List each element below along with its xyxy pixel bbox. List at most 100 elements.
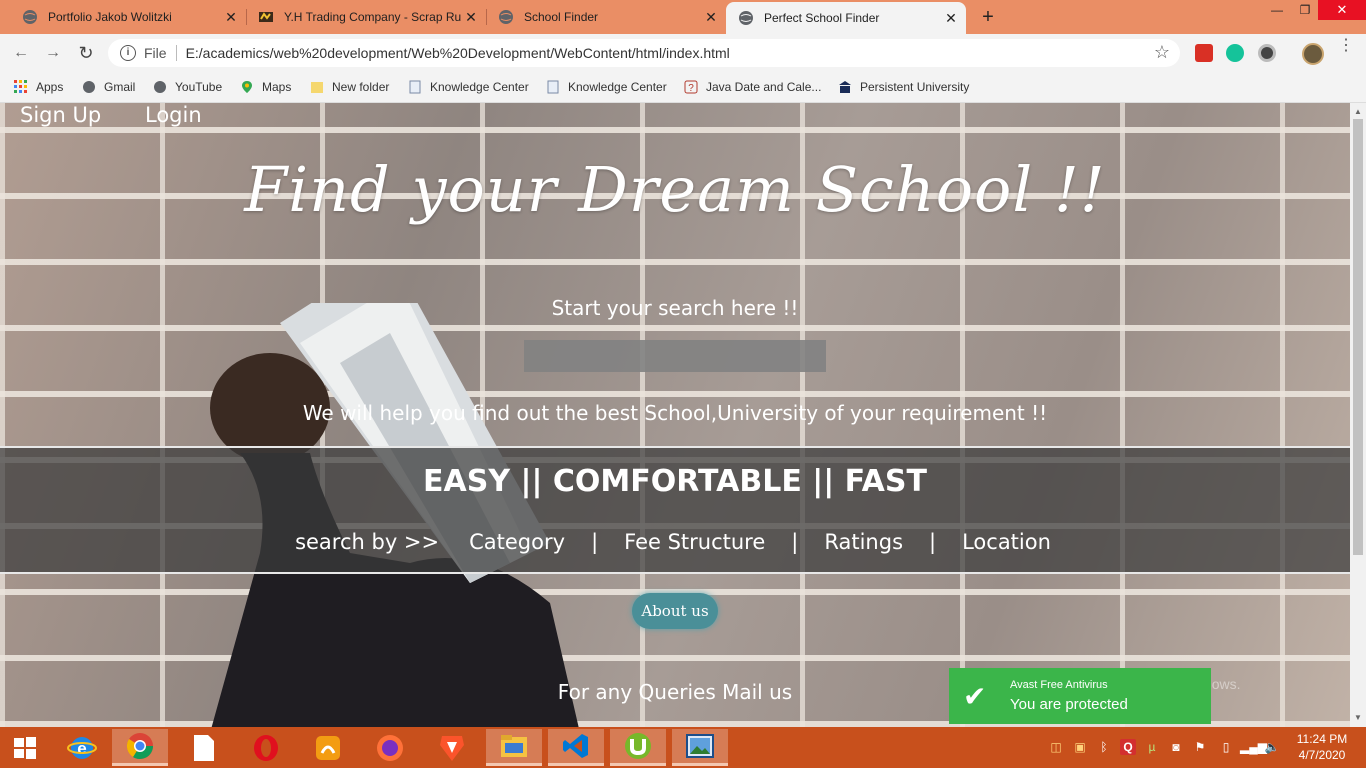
camera-tray-icon[interactable]: ◙ (1168, 739, 1184, 755)
taskbar-chrome[interactable] (112, 729, 168, 766)
avast-tray-icon[interactable]: ◫ (1048, 739, 1064, 755)
forward-icon[interactable]: → (40, 40, 66, 66)
bookmark-maps[interactable]: Maps (240, 77, 291, 97)
nav-separator: | (929, 530, 937, 554)
system-clock[interactable]: 11:24 PM 4/7/2020 (1292, 731, 1352, 763)
start-button[interactable] (0, 729, 50, 766)
utorrent-icon (625, 733, 651, 759)
url-scheme: File (144, 45, 167, 61)
bookmarks-bar: Apps Gmail YouTube Maps New folder Knowl… (0, 71, 1366, 103)
flag-icon[interactable]: ⚑ (1192, 739, 1208, 755)
taskbar-firefox[interactable] (362, 729, 418, 766)
utorrent-tray-icon[interactable]: µ (1144, 739, 1160, 755)
avast-notification[interactable]: ✔ Avast Free Antivirus You are protected (949, 668, 1211, 724)
info-icon[interactable]: i (120, 45, 136, 61)
web-page: Sign Up Login Find your Dream School !! … (0, 103, 1350, 727)
svg-text:e: e (77, 739, 86, 758)
back-icon[interactable]: ← (8, 40, 34, 66)
globe-icon (154, 81, 166, 93)
tab-title: Perfect School Finder (764, 11, 880, 25)
internet-explorer-icon: e (67, 736, 97, 759)
bluetooth-icon[interactable]: ᛒ (1096, 739, 1112, 755)
globe-icon (83, 81, 95, 93)
signup-link[interactable]: Sign Up (20, 103, 101, 127)
tab-perfect-school-finder[interactable]: Perfect School Finder ✕ (726, 2, 966, 34)
tagline: We will help you find out the best Schoo… (302, 401, 1048, 425)
bookmark-new-folder[interactable]: New folder (310, 77, 389, 97)
about-us-button[interactable]: About us (632, 593, 718, 629)
notification-tray-icon[interactable]: ▣ (1072, 739, 1088, 755)
notification-app: Avast Free Antivirus (1010, 679, 1108, 691)
menu-icon[interactable]: ⋮ (1338, 38, 1354, 54)
bookmark-persistent-university[interactable]: Persistent University (838, 77, 969, 97)
apps-grid-icon (14, 80, 27, 93)
taskbar-utorrent[interactable] (610, 729, 666, 766)
volume-icon[interactable]: 🔈 (1264, 739, 1280, 755)
address-bar[interactable]: i File E:/academics/web%20development/We… (108, 39, 1180, 67)
tab-yh-trading[interactable]: Y.H Trading Company - Scrap Ru ✕ (236, 0, 486, 34)
search-by-location[interactable]: Location (962, 530, 1051, 554)
search-by-category[interactable]: Category (469, 530, 565, 554)
taskbar-brave[interactable] (424, 729, 480, 766)
taskbar-file-explorer[interactable] (486, 729, 542, 766)
bookmark-star-icon[interactable]: ☆ (1154, 42, 1170, 63)
login-link[interactable]: Login (145, 103, 202, 127)
tab-title: School Finder (524, 10, 599, 24)
battery-icon[interactable]: ▯ (1218, 739, 1234, 755)
checkmark-icon: ✔ (963, 681, 987, 712)
brave-lion-icon (440, 735, 464, 761)
document-icon (547, 80, 559, 94)
close-tab-icon[interactable]: ✕ (942, 10, 960, 27)
taskbar-ie[interactable]: e (54, 729, 110, 766)
bookmark-youtube[interactable]: YouTube (153, 77, 222, 97)
search-by-ratings[interactable]: Ratings (824, 530, 903, 554)
bookmark-java-date[interactable]: ? Java Date and Cale... (684, 77, 821, 97)
taskbar-file[interactable] (176, 729, 232, 766)
taskbar-vscode[interactable] (548, 729, 604, 766)
taskbar-photos[interactable] (672, 729, 728, 766)
taskbar-opera[interactable] (238, 729, 294, 766)
network-signal-icon[interactable]: ▂▄▆ (1240, 739, 1267, 755)
question-icon: ? (684, 80, 698, 94)
grammarly-icon[interactable] (1226, 44, 1244, 62)
globe-icon (23, 10, 37, 24)
search-input[interactable] (524, 340, 826, 372)
bookmark-gmail[interactable]: Gmail (82, 77, 135, 97)
search-label: Start your search here !! (551, 296, 799, 320)
bookmark-label: Knowledge Center (568, 80, 667, 94)
taskbar-uc-browser[interactable] (300, 729, 356, 766)
bookmark-knowledge-center[interactable]: Knowledge Center (408, 77, 529, 97)
clock-date: 4/7/2020 (1298, 748, 1346, 762)
document-icon (409, 80, 421, 94)
browser-toolbar: ← → ↻ i File E:/academics/web%20developm… (0, 34, 1366, 71)
photo-viewer-icon (686, 734, 714, 758)
quick-heal-icon[interactable]: Q (1120, 739, 1136, 755)
scroll-down-icon[interactable]: ▼ (1354, 713, 1362, 722)
windows-logo-icon (14, 736, 36, 759)
bookmark-label: Maps (262, 80, 292, 94)
search-by-fee-structure[interactable]: Fee Structure (624, 530, 765, 554)
restore-icon[interactable]: ❐ (1290, 0, 1320, 20)
chrome-icon (126, 733, 154, 760)
new-tab-button[interactable]: + (976, 5, 1000, 29)
firefox-icon (377, 734, 403, 761)
uc-browser-icon (316, 735, 340, 760)
tab-portfolio[interactable]: Portfolio Jakob Wolitzki ✕ (0, 0, 246, 34)
bookmark-label: Gmail (104, 80, 136, 94)
bookmark-knowledge-center-2[interactable]: Knowledge Center (546, 77, 667, 97)
window-close-icon[interactable]: ✕ (1318, 0, 1366, 20)
minimize-icon[interactable]: — (1262, 0, 1292, 20)
extension-icon[interactable] (1258, 44, 1276, 62)
bookmark-apps[interactable]: Apps (14, 77, 63, 97)
url-text[interactable]: E:/academics/web%20development/Web%20Dev… (186, 45, 730, 61)
pdf-extension-icon[interactable] (1195, 44, 1213, 62)
svg-text:?: ? (688, 83, 694, 94)
tab-school-finder[interactable]: School Finder ✕ (476, 0, 726, 34)
close-tab-icon[interactable]: ✕ (702, 9, 720, 26)
scroll-up-icon[interactable]: ▲ (1354, 107, 1362, 116)
scrollbar-thumb[interactable] (1353, 119, 1363, 555)
vertical-scrollbar[interactable]: ▲ ▼ (1350, 103, 1366, 727)
reload-icon[interactable]: ↻ (73, 40, 99, 66)
band-title: EASY || COMFORTABLE || FAST (423, 464, 927, 499)
avatar[interactable] (1302, 43, 1324, 65)
